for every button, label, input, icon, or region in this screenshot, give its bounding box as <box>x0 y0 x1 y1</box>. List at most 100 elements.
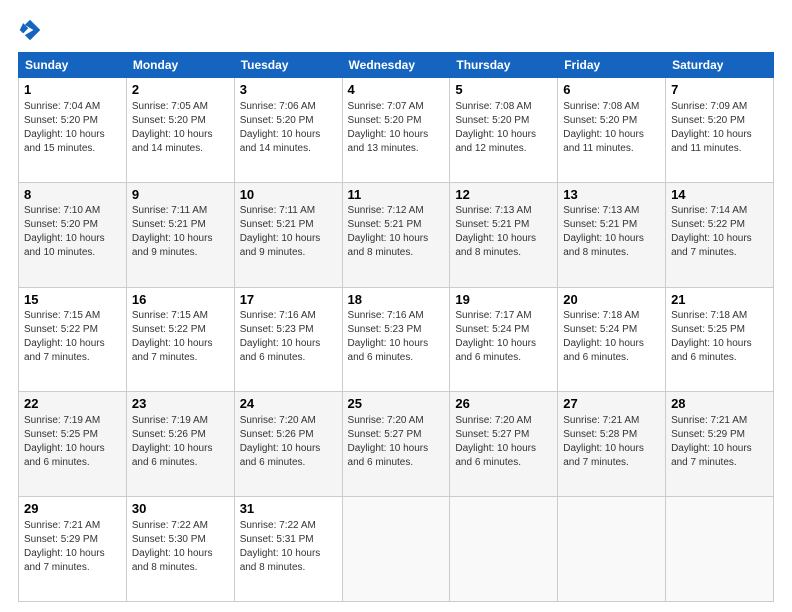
day-number: 10 <box>240 186 337 204</box>
calendar-cell: 13Sunrise: 7:13 AM Sunset: 5:21 PM Dayli… <box>558 182 666 287</box>
col-thursday: Thursday <box>450 53 558 78</box>
calendar-cell: 26Sunrise: 7:20 AM Sunset: 5:27 PM Dayli… <box>450 392 558 497</box>
calendar-cell: 5Sunrise: 7:08 AM Sunset: 5:20 PM Daylig… <box>450 78 558 183</box>
calendar-week-5: 29Sunrise: 7:21 AM Sunset: 5:29 PM Dayli… <box>19 497 774 602</box>
calendar-cell: 31Sunrise: 7:22 AM Sunset: 5:31 PM Dayli… <box>234 497 342 602</box>
logo <box>18 18 46 42</box>
page: Sunday Monday Tuesday Wednesday Thursday… <box>0 0 792 612</box>
calendar-cell: 30Sunrise: 7:22 AM Sunset: 5:30 PM Dayli… <box>126 497 234 602</box>
day-info: Sunrise: 7:21 AM Sunset: 5:29 PM Dayligh… <box>671 414 768 470</box>
day-number: 24 <box>240 395 337 413</box>
calendar-cell: 20Sunrise: 7:18 AM Sunset: 5:24 PM Dayli… <box>558 287 666 392</box>
day-number: 23 <box>132 395 229 413</box>
day-info: Sunrise: 7:11 AM Sunset: 5:21 PM Dayligh… <box>240 204 337 260</box>
day-info: Sunrise: 7:07 AM Sunset: 5:20 PM Dayligh… <box>348 100 445 156</box>
col-friday: Friday <box>558 53 666 78</box>
calendar-cell: 10Sunrise: 7:11 AM Sunset: 5:21 PM Dayli… <box>234 182 342 287</box>
day-info: Sunrise: 7:09 AM Sunset: 5:20 PM Dayligh… <box>671 100 768 156</box>
calendar-cell: 19Sunrise: 7:17 AM Sunset: 5:24 PM Dayli… <box>450 287 558 392</box>
day-number: 12 <box>455 186 552 204</box>
day-info: Sunrise: 7:19 AM Sunset: 5:26 PM Dayligh… <box>132 414 229 470</box>
day-info: Sunrise: 7:22 AM Sunset: 5:30 PM Dayligh… <box>132 519 229 575</box>
day-number: 19 <box>455 291 552 309</box>
day-info: Sunrise: 7:19 AM Sunset: 5:25 PM Dayligh… <box>24 414 121 470</box>
day-number: 21 <box>671 291 768 309</box>
header <box>18 18 774 42</box>
day-info: Sunrise: 7:15 AM Sunset: 5:22 PM Dayligh… <box>24 309 121 365</box>
day-number: 1 <box>24 81 121 99</box>
day-number: 15 <box>24 291 121 309</box>
day-info: Sunrise: 7:21 AM Sunset: 5:28 PM Dayligh… <box>563 414 660 470</box>
day-info: Sunrise: 7:14 AM Sunset: 5:22 PM Dayligh… <box>671 204 768 260</box>
calendar-cell: 18Sunrise: 7:16 AM Sunset: 5:23 PM Dayli… <box>342 287 450 392</box>
day-info: Sunrise: 7:18 AM Sunset: 5:24 PM Dayligh… <box>563 309 660 365</box>
day-info: Sunrise: 7:15 AM Sunset: 5:22 PM Dayligh… <box>132 309 229 365</box>
col-wednesday: Wednesday <box>342 53 450 78</box>
day-info: Sunrise: 7:08 AM Sunset: 5:20 PM Dayligh… <box>563 100 660 156</box>
calendar-cell: 23Sunrise: 7:19 AM Sunset: 5:26 PM Dayli… <box>126 392 234 497</box>
day-info: Sunrise: 7:12 AM Sunset: 5:21 PM Dayligh… <box>348 204 445 260</box>
calendar-week-4: 22Sunrise: 7:19 AM Sunset: 5:25 PM Dayli… <box>19 392 774 497</box>
day-number: 16 <box>132 291 229 309</box>
day-info: Sunrise: 7:16 AM Sunset: 5:23 PM Dayligh… <box>240 309 337 365</box>
day-info: Sunrise: 7:11 AM Sunset: 5:21 PM Dayligh… <box>132 204 229 260</box>
day-number: 18 <box>348 291 445 309</box>
day-number: 11 <box>348 186 445 204</box>
calendar-cell: 16Sunrise: 7:15 AM Sunset: 5:22 PM Dayli… <box>126 287 234 392</box>
day-number: 8 <box>24 186 121 204</box>
day-info: Sunrise: 7:20 AM Sunset: 5:27 PM Dayligh… <box>455 414 552 470</box>
day-number: 31 <box>240 500 337 518</box>
calendar-cell <box>342 497 450 602</box>
day-number: 14 <box>671 186 768 204</box>
day-number: 17 <box>240 291 337 309</box>
calendar-cell <box>666 497 774 602</box>
calendar-cell: 2Sunrise: 7:05 AM Sunset: 5:20 PM Daylig… <box>126 78 234 183</box>
calendar-cell: 3Sunrise: 7:06 AM Sunset: 5:20 PM Daylig… <box>234 78 342 183</box>
day-number: 5 <box>455 81 552 99</box>
day-number: 26 <box>455 395 552 413</box>
calendar-cell: 25Sunrise: 7:20 AM Sunset: 5:27 PM Dayli… <box>342 392 450 497</box>
day-info: Sunrise: 7:16 AM Sunset: 5:23 PM Dayligh… <box>348 309 445 365</box>
day-info: Sunrise: 7:08 AM Sunset: 5:20 PM Dayligh… <box>455 100 552 156</box>
calendar-cell <box>558 497 666 602</box>
calendar-cell: 7Sunrise: 7:09 AM Sunset: 5:20 PM Daylig… <box>666 78 774 183</box>
day-info: Sunrise: 7:13 AM Sunset: 5:21 PM Dayligh… <box>455 204 552 260</box>
day-number: 28 <box>671 395 768 413</box>
day-number: 27 <box>563 395 660 413</box>
calendar-cell: 17Sunrise: 7:16 AM Sunset: 5:23 PM Dayli… <box>234 287 342 392</box>
col-monday: Monday <box>126 53 234 78</box>
day-number: 4 <box>348 81 445 99</box>
calendar-week-1: 1Sunrise: 7:04 AM Sunset: 5:20 PM Daylig… <box>19 78 774 183</box>
calendar-cell: 9Sunrise: 7:11 AM Sunset: 5:21 PM Daylig… <box>126 182 234 287</box>
day-info: Sunrise: 7:20 AM Sunset: 5:27 PM Dayligh… <box>348 414 445 470</box>
col-sunday: Sunday <box>19 53 127 78</box>
day-number: 25 <box>348 395 445 413</box>
day-info: Sunrise: 7:18 AM Sunset: 5:25 PM Dayligh… <box>671 309 768 365</box>
col-tuesday: Tuesday <box>234 53 342 78</box>
day-info: Sunrise: 7:20 AM Sunset: 5:26 PM Dayligh… <box>240 414 337 470</box>
day-info: Sunrise: 7:13 AM Sunset: 5:21 PM Dayligh… <box>563 204 660 260</box>
day-number: 3 <box>240 81 337 99</box>
day-number: 13 <box>563 186 660 204</box>
day-number: 22 <box>24 395 121 413</box>
day-number: 2 <box>132 81 229 99</box>
calendar-cell: 28Sunrise: 7:21 AM Sunset: 5:29 PM Dayli… <box>666 392 774 497</box>
calendar-cell: 29Sunrise: 7:21 AM Sunset: 5:29 PM Dayli… <box>19 497 127 602</box>
calendar-week-3: 15Sunrise: 7:15 AM Sunset: 5:22 PM Dayli… <box>19 287 774 392</box>
day-info: Sunrise: 7:22 AM Sunset: 5:31 PM Dayligh… <box>240 519 337 575</box>
day-info: Sunrise: 7:17 AM Sunset: 5:24 PM Dayligh… <box>455 309 552 365</box>
calendar-cell: 24Sunrise: 7:20 AM Sunset: 5:26 PM Dayli… <box>234 392 342 497</box>
calendar-week-2: 8Sunrise: 7:10 AM Sunset: 5:20 PM Daylig… <box>19 182 774 287</box>
calendar-cell <box>450 497 558 602</box>
day-number: 7 <box>671 81 768 99</box>
calendar-cell: 27Sunrise: 7:21 AM Sunset: 5:28 PM Dayli… <box>558 392 666 497</box>
calendar-cell: 6Sunrise: 7:08 AM Sunset: 5:20 PM Daylig… <box>558 78 666 183</box>
calendar-cell: 22Sunrise: 7:19 AM Sunset: 5:25 PM Dayli… <box>19 392 127 497</box>
calendar-cell: 14Sunrise: 7:14 AM Sunset: 5:22 PM Dayli… <box>666 182 774 287</box>
day-number: 20 <box>563 291 660 309</box>
day-info: Sunrise: 7:04 AM Sunset: 5:20 PM Dayligh… <box>24 100 121 156</box>
calendar-cell: 12Sunrise: 7:13 AM Sunset: 5:21 PM Dayli… <box>450 182 558 287</box>
day-info: Sunrise: 7:10 AM Sunset: 5:20 PM Dayligh… <box>24 204 121 260</box>
calendar-cell: 15Sunrise: 7:15 AM Sunset: 5:22 PM Dayli… <box>19 287 127 392</box>
day-number: 30 <box>132 500 229 518</box>
